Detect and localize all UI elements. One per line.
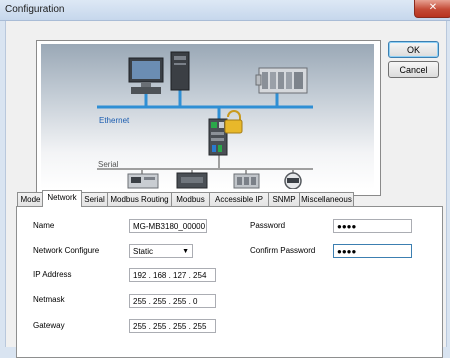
tab-modbus[interactable]: Modbus <box>171 192 210 206</box>
ip-address-field[interactable]: 192 . 168 . 127 . 254 <box>129 268 216 282</box>
ip-address-label: IP Address <box>33 270 72 279</box>
diagram-stage: Ethernet Serial <box>41 44 374 189</box>
ok-button[interactable]: OK <box>388 41 439 58</box>
dialog-body: OK Cancel Ethernet Serial Mode Network S… <box>5 21 447 358</box>
serial-line <box>97 155 313 175</box>
title-bar: Configuration ✕ <box>0 0 450 21</box>
ethernet-line <box>97 90 313 120</box>
diagram-graphics <box>97 51 313 189</box>
confirm-password-field[interactable]: ●●●● <box>333 244 412 258</box>
serial-controller-icon <box>176 172 208 189</box>
tab-accessible-ip[interactable]: Accessible IP <box>209 192 269 206</box>
network-configure-value: Static <box>133 247 154 256</box>
name-field[interactable]: MG-MB3180_00000 <box>129 219 207 233</box>
tower-pc-icon <box>170 51 190 91</box>
password-field[interactable]: ●●●● <box>333 219 412 233</box>
network-configure-select[interactable]: Static ▼ <box>129 244 193 258</box>
tab-mode[interactable]: Mode <box>17 192 44 206</box>
ethernet-label: Ethernet <box>99 116 130 125</box>
dropdown-caret-icon: ▼ <box>182 248 189 255</box>
netmask-field[interactable]: 255 . 255 . 255 . 0 <box>129 294 216 308</box>
tab-snmp[interactable]: SNMP <box>268 192 300 206</box>
network-diagram: Ethernet Serial <box>36 40 381 196</box>
serial-meter-icon <box>127 173 159 189</box>
serial-io-icon <box>233 173 260 189</box>
netmask-label: Netmask <box>33 295 65 304</box>
tab-serial[interactable]: Serial <box>81 192 108 206</box>
tab-modbus-routing[interactable]: Modbus Routing <box>107 192 172 206</box>
cancel-button[interactable]: Cancel <box>388 61 439 78</box>
tab-miscellaneous[interactable]: Miscellaneous <box>299 192 354 206</box>
tab-network[interactable]: Network <box>42 190 82 207</box>
plc-rack-icon <box>255 67 308 94</box>
network-configure-label: Network Configure <box>33 246 100 255</box>
confirm-password-label: Confirm Password <box>250 246 316 255</box>
lock-icon <box>224 110 243 134</box>
serial-gauge-icon <box>284 172 302 189</box>
password-label: Password <box>250 221 286 230</box>
gateway-field[interactable]: 255 . 255 . 255 . 255 <box>129 319 216 333</box>
close-button[interactable]: ✕ <box>414 0 450 18</box>
gateway-label: Gateway <box>33 321 65 330</box>
serial-label: Serial <box>98 160 119 169</box>
close-icon: ✕ <box>428 2 438 13</box>
computer-icon <box>128 57 164 94</box>
network-tab-panel: Name MG-MB3180_00000 Network Configure S… <box>16 206 443 358</box>
name-label: Name <box>33 221 55 230</box>
window-title: Configuration <box>5 4 65 15</box>
gateway-device-icon <box>208 118 228 156</box>
